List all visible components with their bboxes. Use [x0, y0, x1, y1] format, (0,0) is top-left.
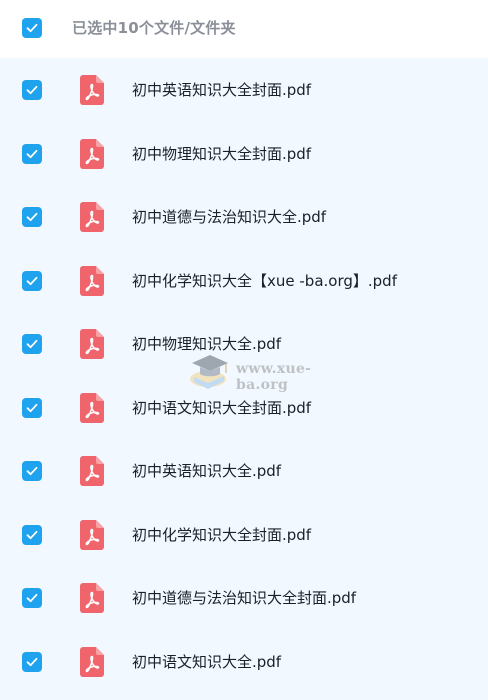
selection-count-title: 已选中10个文件/文件夹 — [72, 19, 236, 37]
file-checkbox[interactable] — [22, 270, 42, 291]
selection-header: 已选中10个文件/文件夹 — [0, 0, 488, 58]
check-icon — [26, 403, 38, 412]
file-name: 初中化学知识大全【xue -ba.org】.pdf — [132, 271, 397, 290]
check-icon — [26, 466, 38, 476]
pdf-file-icon — [80, 202, 104, 232]
file-row[interactable]: 初中道德与法治知识大全.pdf — [0, 185, 488, 248]
file-row[interactable]: 初中化学知识大全封面.pdf — [0, 503, 488, 566]
file-checkbox[interactable] — [22, 143, 42, 164]
file-checkbox[interactable] — [22, 651, 42, 672]
file-name: 初中语文知识大全封面.pdf — [132, 398, 312, 417]
file-checkbox[interactable] — [22, 207, 42, 227]
file-name: 初中英语知识大全封面.pdf — [132, 81, 312, 99]
file-row[interactable]: 初中语文知识大全封面.pdf — [0, 376, 488, 439]
file-name: 初中物理知识大全封面.pdf — [132, 144, 312, 163]
check-icon — [26, 85, 38, 95]
file-checkbox[interactable] — [22, 334, 42, 354]
pdf-file-icon — [80, 329, 104, 359]
check-icon — [26, 339, 38, 349]
check-icon — [26, 276, 38, 285]
file-checkbox[interactable] — [22, 524, 42, 545]
file-row[interactable]: 初中物理知识大全.pdf — [0, 312, 488, 375]
file-name: 初中化学知识大全封面.pdf — [132, 525, 312, 544]
pdf-file-icon — [80, 265, 104, 296]
file-row[interactable]: 初中英语知识大全.pdf — [0, 439, 488, 502]
pdf-file-icon — [80, 519, 104, 550]
check-icon — [26, 530, 38, 539]
file-row[interactable]: 初中化学知识大全【xue -ba.org】.pdf — [0, 249, 488, 312]
select-all-checkbox[interactable] — [22, 18, 42, 38]
file-checkbox[interactable] — [22, 397, 42, 418]
pdf-file-icon — [80, 456, 104, 486]
file-row[interactable]: 初中语文知识大全.pdf — [0, 630, 488, 693]
file-name: 初中道德与法治知识大全.pdf — [132, 208, 327, 226]
file-checkbox[interactable] — [22, 461, 42, 481]
check-icon — [26, 657, 38, 666]
check-icon — [26, 23, 38, 33]
file-row[interactable]: 初中物理知识大全封面.pdf — [0, 122, 488, 185]
file-row[interactable]: 初中道德与法治知识大全封面.pdf — [0, 566, 488, 629]
file-name: 初中物理知识大全.pdf — [132, 335, 282, 353]
check-icon — [26, 212, 38, 222]
file-checkbox[interactable] — [22, 588, 42, 608]
pdf-file-icon — [80, 583, 104, 613]
pdf-file-icon — [80, 75, 104, 105]
file-checkbox[interactable] — [22, 80, 42, 100]
pdf-file-icon — [80, 646, 104, 677]
pdf-file-icon — [80, 392, 104, 423]
file-row[interactable]: 初中英语知识大全封面.pdf — [0, 58, 488, 121]
pdf-file-icon — [80, 138, 104, 169]
check-icon — [26, 149, 38, 158]
file-name: 初中英语知识大全.pdf — [132, 462, 282, 480]
file-name: 初中语文知识大全.pdf — [132, 652, 282, 671]
file-name: 初中道德与法治知识大全封面.pdf — [132, 589, 357, 607]
check-icon — [26, 593, 38, 603]
file-list: 初中英语知识大全封面.pdf 初中物理知识大全封面.pdf 初中道德与法治知识大… — [0, 58, 488, 700]
